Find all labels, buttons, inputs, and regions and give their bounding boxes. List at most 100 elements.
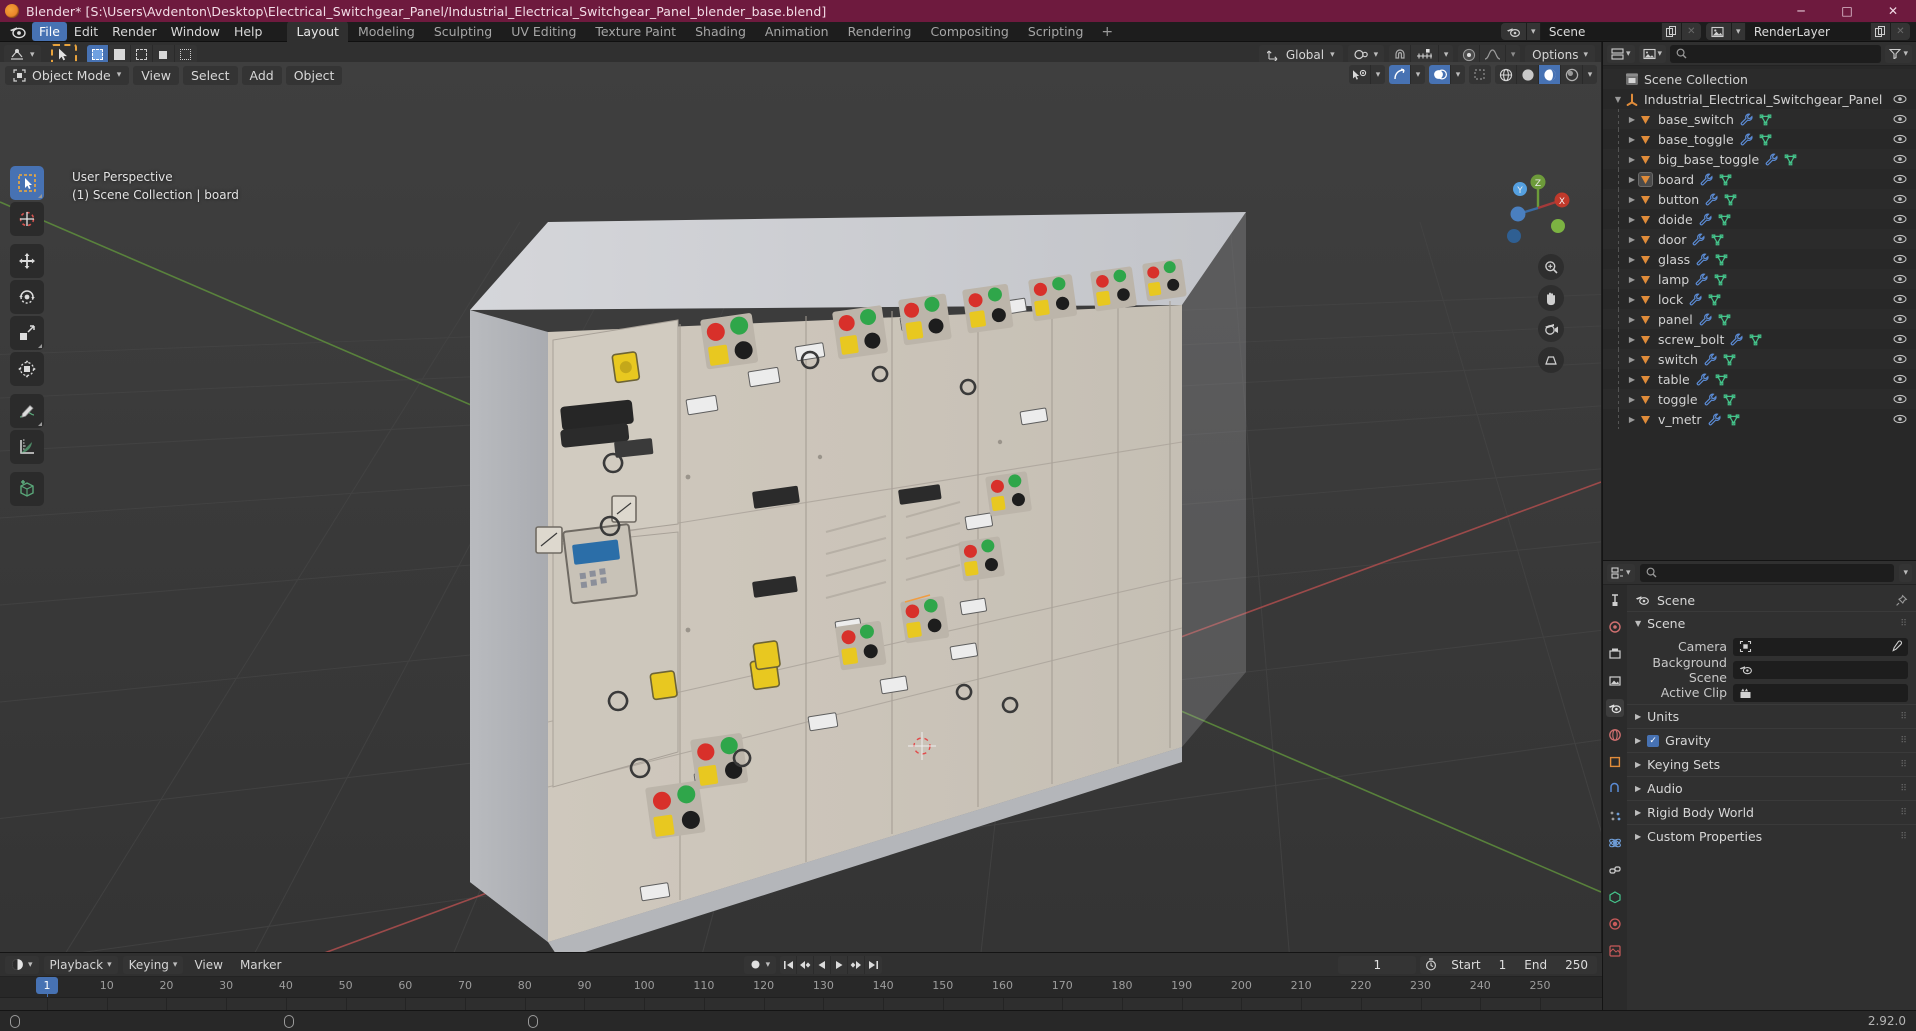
modifier-wrench-icon[interactable] [1689,293,1702,306]
scene-dropdown-chevron-icon[interactable]: ▾ [1526,23,1541,40]
tab-particles-icon[interactable] [1606,807,1624,825]
scale-tool[interactable] [10,316,44,350]
outliner-row-object[interactable]: ▶ board [1603,169,1916,189]
unlink-scene-button[interactable]: ✕ [1680,23,1701,40]
gizmo-dropdown-chevron-icon[interactable]: ▾ [1411,65,1425,84]
add-cube-tool[interactable] [10,472,44,506]
timeline-editor[interactable]: ▾ Playback ▾ Keying ▾ View Marker ▾ 1 St… [0,952,1602,1010]
object-visibility-eye-icon[interactable] [1893,114,1907,124]
object-expand-triangle-icon[interactable]: ▶ [1625,255,1639,264]
section-expand-triangle-icon[interactable]: ▶ [1635,832,1641,841]
modifier-wrench-icon[interactable] [1696,253,1709,266]
menu-render[interactable]: Render [105,22,164,41]
modifier-wrench-icon[interactable] [1695,273,1708,286]
properties-tab-column[interactable] [1603,585,1627,1010]
mesh-data-icon[interactable] [1715,253,1728,266]
outliner-editor-type-selector[interactable]: ▾ [1607,44,1635,63]
outliner-row-object[interactable]: ▶ big_base_toggle [1603,149,1916,169]
jump-end-icon[interactable] [865,956,882,974]
properties-editor-type-selector[interactable]: ▾ [1607,563,1635,582]
timeline-menu-view[interactable]: View [188,956,228,974]
frame-range-fields[interactable]: Start 1 End 250 [1420,955,1597,974]
section-expand-triangle-icon[interactable]: ▶ [1635,784,1641,793]
properties-section-header[interactable]: ▶ Units ⠿ [1627,704,1916,728]
object-visibility-eye-icon[interactable] [1893,414,1907,424]
modifier-wrench-icon[interactable] [1692,233,1705,246]
object-visibility-eye-icon[interactable] [1893,274,1907,284]
section-expand-triangle-icon[interactable]: ▶ [1635,712,1641,721]
move-tool[interactable] [10,244,44,278]
viewport-menu-object[interactable]: Object [285,65,343,85]
object-expand-triangle-icon[interactable]: ▶ [1625,235,1639,244]
properties-section-header[interactable]: ▶ Rigid Body World ⠿ [1627,800,1916,824]
panel-drag-dots-icon[interactable]: ⠿ [1900,619,1908,629]
minimize-button[interactable]: ─ [1778,0,1824,22]
mesh-data-icon[interactable] [1749,333,1762,346]
object-visibility-eye-icon[interactable] [1893,174,1907,184]
object-expand-triangle-icon[interactable]: ▶ [1625,335,1639,344]
mesh-data-icon[interactable] [1759,113,1772,126]
outliner-row-object[interactable]: ▶ screw_bolt [1603,329,1916,349]
object-mode-selector[interactable]: Object Mode ▾ [5,65,130,85]
solid-shading-icon[interactable] [1517,65,1539,84]
mesh-data-icon[interactable] [1759,133,1772,146]
properties-body[interactable]: Scene ▼ Scene ⠿ Camera Background Scene … [1627,585,1916,1010]
navigation-gizmo[interactable]: Z X Y [1500,170,1576,246]
object-visibility-eye-icon[interactable] [1893,334,1907,344]
object-visibility-eye-icon[interactable] [1893,374,1907,384]
next-keyframe-icon[interactable] [848,955,866,974]
section-drag-dots-icon[interactable]: ⠿ [1900,760,1908,770]
section-drag-dots-icon[interactable]: ⠿ [1900,832,1908,842]
timeline-menu-keying[interactable]: Keying ▾ [122,955,184,974]
tab-animation[interactable]: Animation [756,21,838,42]
object-visibility-eye-icon[interactable] [1893,314,1907,324]
outliner-display-mode-selector[interactable]: ▾ [1638,44,1667,63]
tab-constraints-icon[interactable] [1606,861,1624,879]
object-expand-triangle-icon[interactable]: ▶ [1625,115,1639,124]
outliner-row-object[interactable]: ▶ door [1603,229,1916,249]
outliner-search-input[interactable] [1670,44,1882,63]
mesh-data-icon[interactable] [1714,273,1727,286]
end-frame-value[interactable]: 250 [1556,958,1597,972]
measure-tool[interactable] [10,430,44,464]
current-frame-field[interactable]: 1 [1338,955,1417,974]
section-drag-dots-icon[interactable]: ⠿ [1900,712,1908,722]
properties-section-header[interactable]: ▶ Keying Sets ⠿ [1627,752,1916,776]
section-drag-dots-icon[interactable]: ⠿ [1900,736,1908,746]
overlays-dropdown-chevron-icon[interactable]: ▾ [1451,65,1465,84]
collection-expand-triangle-icon[interactable]: ▼ [1611,95,1625,104]
visibility-group[interactable]: ▾ [1349,65,1385,84]
object-expand-triangle-icon[interactable]: ▶ [1625,215,1639,224]
tab-texture-paint[interactable]: Texture Paint [586,21,685,42]
viewport-menu-add[interactable]: Add [241,65,282,85]
window-controls[interactable]: ─ □ ✕ [1778,0,1916,22]
modifier-wrench-icon[interactable] [1705,193,1718,206]
viewport-nav-buttons[interactable] [1538,254,1564,373]
object-expand-triangle-icon[interactable]: ▶ [1625,135,1639,144]
rendered-shading-icon[interactable] [1561,65,1583,84]
outliner-row-object[interactable]: ▶ lamp [1603,269,1916,289]
modifier-wrench-icon[interactable] [1730,333,1743,346]
section-checkbox[interactable]: ✓ [1647,734,1660,747]
tab-sculpting[interactable]: Sculpting [425,21,501,42]
zoom-icon[interactable] [1538,254,1564,280]
mesh-data-icon[interactable] [1719,173,1732,186]
mesh-data-icon[interactable] [1715,373,1728,386]
outliner-row-object[interactable]: ▶ glass [1603,249,1916,269]
modifier-wrench-icon[interactable] [1708,413,1721,426]
tab-uv-editing[interactable]: UV Editing [502,21,585,42]
use-preview-range-icon[interactable] [1420,958,1442,971]
transport-buttons[interactable] [780,955,883,974]
wireframe-shading-icon[interactable] [1495,65,1517,84]
toggle-xray-icon[interactable] [1469,65,1491,84]
properties-editor[interactable]: ▾ ▾ Scene ▼ Scene ⠿ Camera Background Sc… [1602,560,1916,1010]
modifier-wrench-icon[interactable] [1700,173,1713,186]
scene-name-field[interactable]: Scene [1540,23,1661,40]
menu-edit[interactable]: Edit [67,22,105,41]
tweak-select-tool[interactable] [10,166,44,200]
modifier-wrench-icon[interactable] [1704,393,1717,406]
outliner-object-rows[interactable]: ▶ base_switch ▶ base_toggle ▶ big_base_toggle… [1603,109,1916,429]
annotate-tool[interactable] [10,394,44,428]
properties-panel-scene-header[interactable]: ▼ Scene ⠿ [1627,611,1916,635]
switchgear-panel-model[interactable] [0,62,1601,952]
